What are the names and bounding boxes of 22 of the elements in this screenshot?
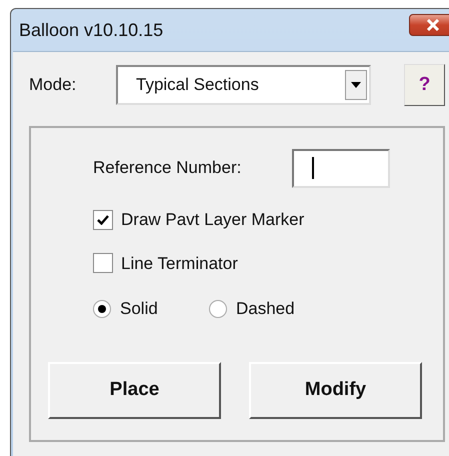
radio-button[interactable]: [93, 300, 111, 318]
reference-number-label: Reference Number:: [93, 157, 242, 180]
close-icon: [426, 19, 440, 31]
help-button[interactable]: ?: [404, 64, 445, 106]
checkbox[interactable]: [93, 253, 113, 274]
mode-label: Mode:: [29, 74, 78, 96]
radio-label: Dashed: [236, 298, 295, 320]
checkbox[interactable]: [93, 210, 113, 230]
checkbox-label: Line Terminator: [121, 252, 238, 274]
dropdown-arrow-button[interactable]: [345, 70, 367, 100]
close-button[interactable]: [409, 14, 449, 36]
action-button[interactable]: Modify: [249, 362, 422, 418]
action-button[interactable]: Place: [48, 362, 221, 418]
text-cursor: [312, 157, 314, 179]
mode-dropdown[interactable]: Typical Sections: [116, 65, 371, 105]
radio-label: Solid: [120, 298, 158, 320]
window-title: Balloon v10.10.15: [19, 18, 164, 42]
radio-button[interactable]: [209, 300, 227, 318]
reference-number-field[interactable]: [292, 148, 390, 188]
checkbox-label: Draw Pavt Layer Marker: [121, 209, 304, 231]
checkmark-icon: [97, 214, 109, 225]
caret-icon: [351, 82, 361, 88]
